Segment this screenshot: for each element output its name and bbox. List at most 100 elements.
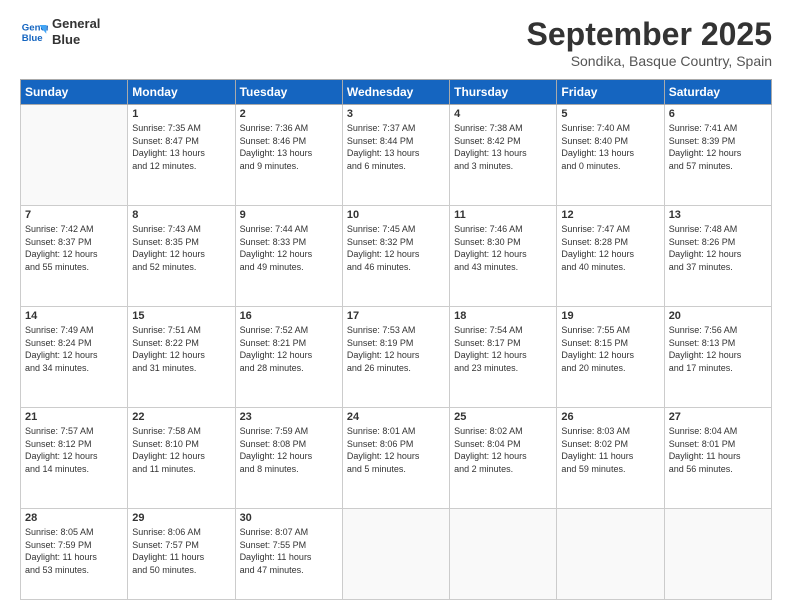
day-info: Sunrise: 7:36 AM Sunset: 8:46 PM Dayligh… xyxy=(240,122,338,172)
calendar-cell: 20 Sunrise: 7:56 AM Sunset: 8:13 PM Dayli… xyxy=(664,307,771,408)
week-row-0: 1Sunrise: 7:35 AM Sunset: 8:47 PM Daylig… xyxy=(21,105,772,206)
day-info: Sunrise: 7:44 AM Sunset: 8:33 PM Dayligh… xyxy=(240,223,338,273)
logo-line1: General xyxy=(52,16,100,32)
calendar-cell: 6Sunrise: 7:41 AM Sunset: 8:39 PM Daylig… xyxy=(664,105,771,206)
header-row: SundayMondayTuesdayWednesdayThursdayFrid… xyxy=(21,80,772,105)
day-number: 3 xyxy=(347,108,445,120)
svg-text:Blue: Blue xyxy=(22,32,43,43)
day-info: Sunrise: 7:43 AM Sunset: 8:35 PM Dayligh… xyxy=(132,223,230,273)
day-info: Sunrise: 7:59 AM Sunset: 8:08 PM Dayligh… xyxy=(240,425,338,475)
calendar-cell: 14 Sunrise: 7:49 AM Sunset: 8:24 PM Dayli… xyxy=(21,307,128,408)
calendar-cell: 15 Sunrise: 7:51 AM Sunset: 8:22 PM Dayli… xyxy=(128,307,235,408)
col-header-monday: Monday xyxy=(128,80,235,105)
day-info: Sunrise: 7:41 AM Sunset: 8:39 PM Dayligh… xyxy=(669,122,767,172)
calendar-cell: 1Sunrise: 7:35 AM Sunset: 8:47 PM Daylig… xyxy=(128,105,235,206)
calendar-cell: 26 Sunrise: 8:03 AM Sunset: 8:02 PM Dayli… xyxy=(557,408,664,509)
calendar-cell: 19 Sunrise: 7:55 AM Sunset: 8:15 PM Dayli… xyxy=(557,307,664,408)
day-number: 25 xyxy=(454,411,552,423)
day-number: 7 xyxy=(25,209,123,221)
day-info: Sunrise: 8:06 AM Sunset: 7:57 PM Dayligh… xyxy=(132,526,230,576)
calendar-cell: 5 Sunrise: 7:40 AM Sunset: 8:40 PM Daylig… xyxy=(557,105,664,206)
day-info: Sunrise: 7:54 AM Sunset: 8:17 PM Dayligh… xyxy=(454,324,552,374)
day-number: 29 xyxy=(132,512,230,524)
calendar-cell: 27Sunrise: 8:04 AM Sunset: 8:01 PM Dayli… xyxy=(664,408,771,509)
day-number: 28 xyxy=(25,512,123,524)
col-header-thursday: Thursday xyxy=(450,80,557,105)
day-info: Sunrise: 7:55 AM Sunset: 8:15 PM Dayligh… xyxy=(561,324,659,374)
day-number: 26 xyxy=(561,411,659,423)
calendar-cell xyxy=(21,105,128,206)
day-number: 10 xyxy=(347,209,445,221)
day-number: 13 xyxy=(669,209,767,221)
day-number: 5 xyxy=(561,108,659,120)
day-info: Sunrise: 7:40 AM Sunset: 8:40 PM Dayligh… xyxy=(561,122,659,172)
calendar-cell: 11Sunrise: 7:46 AM Sunset: 8:30 PM Dayli… xyxy=(450,206,557,307)
day-number: 21 xyxy=(25,411,123,423)
day-number: 4 xyxy=(454,108,552,120)
day-number: 20 xyxy=(669,310,767,322)
day-info: Sunrise: 7:42 AM Sunset: 8:37 PM Dayligh… xyxy=(25,223,123,273)
day-number: 27 xyxy=(669,411,767,423)
calendar-cell: 25 Sunrise: 8:02 AM Sunset: 8:04 PM Dayli… xyxy=(450,408,557,509)
day-info: Sunrise: 7:57 AM Sunset: 8:12 PM Dayligh… xyxy=(25,425,123,475)
logo-icon: General Blue xyxy=(20,18,48,46)
day-info: Sunrise: 7:49 AM Sunset: 8:24 PM Dayligh… xyxy=(25,324,123,374)
calendar-cell: 17Sunrise: 7:53 AM Sunset: 8:19 PM Dayli… xyxy=(342,307,449,408)
day-info: Sunrise: 7:58 AM Sunset: 8:10 PM Dayligh… xyxy=(132,425,230,475)
col-header-wednesday: Wednesday xyxy=(342,80,449,105)
day-number: 19 xyxy=(561,310,659,322)
col-header-sunday: Sunday xyxy=(21,80,128,105)
day-number: 30 xyxy=(240,512,338,524)
day-number: 15 xyxy=(132,310,230,322)
logo-text: General Blue xyxy=(52,16,100,47)
logo-line2: Blue xyxy=(52,32,100,48)
day-info: Sunrise: 7:56 AM Sunset: 8:13 PM Dayligh… xyxy=(669,324,767,374)
calendar-cell: 28 Sunrise: 8:05 AM Sunset: 7:59 PM Dayli… xyxy=(21,509,128,600)
week-row-2: 14 Sunrise: 7:49 AM Sunset: 8:24 PM Dayli… xyxy=(21,307,772,408)
calendar-cell: 10 Sunrise: 7:45 AM Sunset: 8:32 PM Dayli… xyxy=(342,206,449,307)
calendar-cell: 21 Sunrise: 7:57 AM Sunset: 8:12 PM Dayli… xyxy=(21,408,128,509)
day-info: Sunrise: 8:03 AM Sunset: 8:02 PM Dayligh… xyxy=(561,425,659,475)
day-number: 8 xyxy=(132,209,230,221)
day-info: Sunrise: 7:38 AM Sunset: 8:42 PM Dayligh… xyxy=(454,122,552,172)
col-header-saturday: Saturday xyxy=(664,80,771,105)
page: General Blue General Blue September 2025… xyxy=(0,0,792,612)
week-row-3: 21 Sunrise: 7:57 AM Sunset: 8:12 PM Dayli… xyxy=(21,408,772,509)
calendar-cell: 13 Sunrise: 7:48 AM Sunset: 8:26 PM Dayli… xyxy=(664,206,771,307)
calendar-cell xyxy=(450,509,557,600)
calendar-table: SundayMondayTuesdayWednesdayThursdayFrid… xyxy=(20,79,772,600)
calendar-cell: 2 Sunrise: 7:36 AM Sunset: 8:46 PM Daylig… xyxy=(235,105,342,206)
location: Sondika, Basque Country, Spain xyxy=(527,53,772,69)
logo: General Blue General Blue xyxy=(20,16,100,47)
week-row-1: 7 Sunrise: 7:42 AM Sunset: 8:37 PM Daylig… xyxy=(21,206,772,307)
calendar-cell: 8 Sunrise: 7:43 AM Sunset: 8:35 PM Daylig… xyxy=(128,206,235,307)
day-number: 12 xyxy=(561,209,659,221)
week-row-4: 28 Sunrise: 8:05 AM Sunset: 7:59 PM Dayli… xyxy=(21,509,772,600)
calendar-cell: 24 Sunrise: 8:01 AM Sunset: 8:06 PM Dayli… xyxy=(342,408,449,509)
day-info: Sunrise: 8:05 AM Sunset: 7:59 PM Dayligh… xyxy=(25,526,123,576)
day-info: Sunrise: 7:52 AM Sunset: 8:21 PM Dayligh… xyxy=(240,324,338,374)
calendar-cell xyxy=(342,509,449,600)
calendar-cell xyxy=(557,509,664,600)
day-info: Sunrise: 7:51 AM Sunset: 8:22 PM Dayligh… xyxy=(132,324,230,374)
calendar-cell: 9 Sunrise: 7:44 AM Sunset: 8:33 PM Daylig… xyxy=(235,206,342,307)
day-number: 2 xyxy=(240,108,338,120)
day-info: Sunrise: 8:07 AM Sunset: 7:55 PM Dayligh… xyxy=(240,526,338,576)
col-header-friday: Friday xyxy=(557,80,664,105)
day-info: Sunrise: 8:02 AM Sunset: 8:04 PM Dayligh… xyxy=(454,425,552,475)
day-number: 24 xyxy=(347,411,445,423)
day-number: 1 xyxy=(132,108,230,120)
day-info: Sunrise: 7:45 AM Sunset: 8:32 PM Dayligh… xyxy=(347,223,445,273)
calendar-cell: 7 Sunrise: 7:42 AM Sunset: 8:37 PM Daylig… xyxy=(21,206,128,307)
calendar-cell: 16 Sunrise: 7:52 AM Sunset: 8:21 PM Dayli… xyxy=(235,307,342,408)
month-title: September 2025 xyxy=(527,16,772,53)
day-info: Sunrise: 7:48 AM Sunset: 8:26 PM Dayligh… xyxy=(669,223,767,273)
calendar-cell: 30 Sunrise: 8:07 AM Sunset: 7:55 PM Dayli… xyxy=(235,509,342,600)
day-number: 16 xyxy=(240,310,338,322)
day-number: 14 xyxy=(25,310,123,322)
day-info: Sunrise: 8:01 AM Sunset: 8:06 PM Dayligh… xyxy=(347,425,445,475)
day-number: 17 xyxy=(347,310,445,322)
day-number: 11 xyxy=(454,209,552,221)
day-number: 9 xyxy=(240,209,338,221)
calendar-cell: 12Sunrise: 7:47 AM Sunset: 8:28 PM Dayli… xyxy=(557,206,664,307)
